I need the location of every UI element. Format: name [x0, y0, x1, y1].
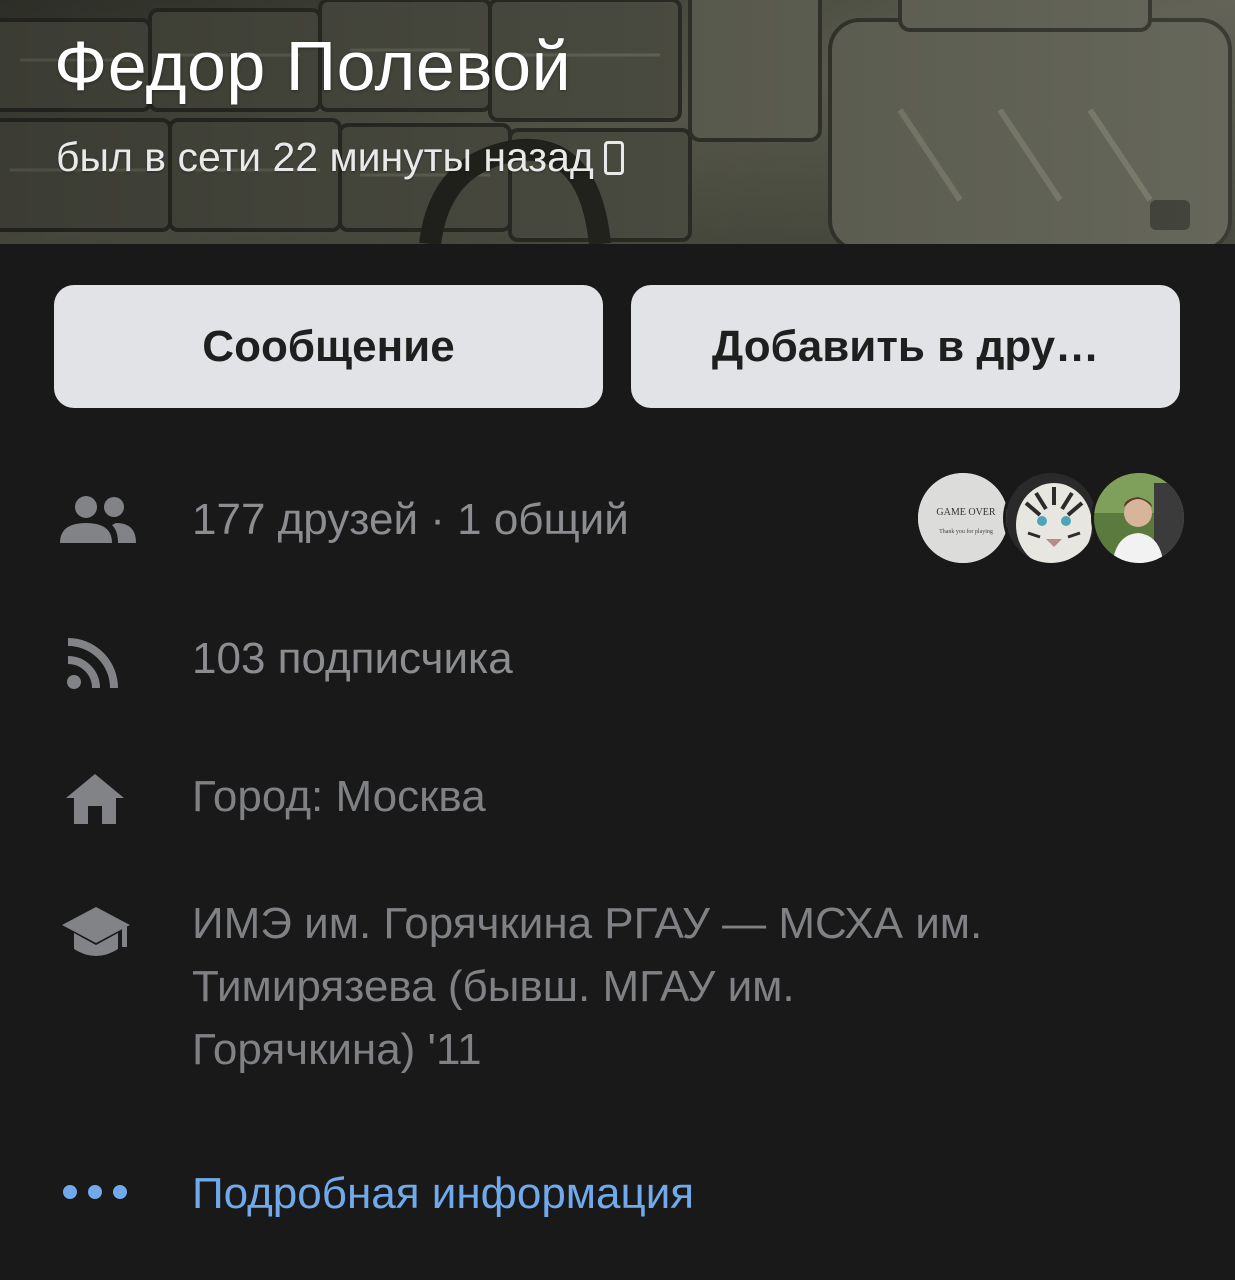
message-button[interactable]: Сообщение	[54, 285, 603, 408]
rss-icon	[66, 636, 122, 692]
city-text: Город: Москва	[192, 772, 486, 821]
followers-row[interactable]: 103 подписчика	[0, 630, 1235, 690]
online-status: был в сети 22 минуты назад	[56, 134, 624, 181]
details-link[interactable]: Подробная информация	[192, 1169, 694, 1219]
avatar-white-tiger[interactable]	[1003, 470, 1099, 566]
education-row: ИМЭ им. Горячкина РГАУ — МСХА им. Тимиря…	[0, 892, 1235, 1082]
game-over-caption: GAME OVER	[936, 507, 995, 518]
education-text: ИМЭ им. Горячкина РГАУ — МСХА им. Тимиря…	[192, 899, 983, 1074]
avatar-person-in-car[interactable]	[1091, 470, 1187, 566]
followers-count[interactable]: 103 подписчика	[192, 634, 513, 684]
home-icon	[64, 772, 126, 826]
profile-cover: Федор Полевой был в сети 22 минуты назад	[0, 0, 1235, 244]
graduation-cap-icon	[60, 906, 132, 960]
mutual-friends-avatars[interactable]: GAME OVER Thank you for playing	[915, 470, 1187, 566]
profile-page: Федор Полевой был в сети 22 минуты назад…	[0, 0, 1235, 1280]
phone-icon	[603, 140, 624, 175]
city-row: Город: Москва	[0, 768, 1235, 828]
online-status-text: был в сети 22 минуты назад	[56, 134, 594, 180]
more-dots-icon	[62, 1177, 128, 1207]
add-friend-button[interactable]: Добавить в дру…	[631, 285, 1180, 408]
friends-count[interactable]: 177 друзей · 1 общий	[192, 495, 629, 545]
avatar-game-over[interactable]: GAME OVER Thank you for playing	[915, 470, 1011, 566]
profile-name: Федор Полевой	[54, 27, 572, 105]
details-row[interactable]: Подробная информация	[0, 1165, 1235, 1225]
friends-icon	[58, 490, 136, 550]
game-over-subcaption: Thank you for playing	[939, 528, 993, 535]
